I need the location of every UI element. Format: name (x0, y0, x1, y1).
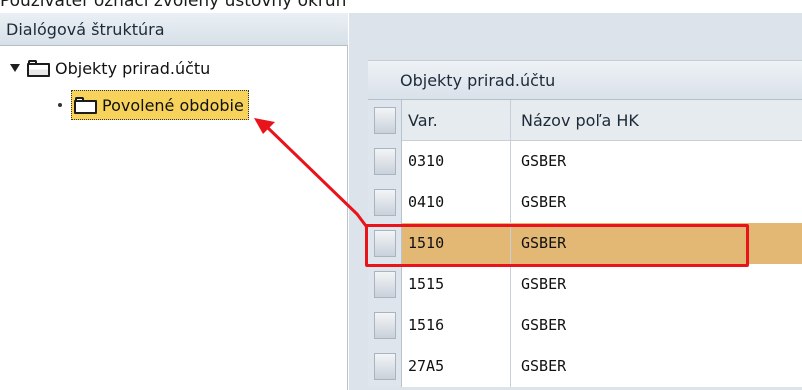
dialog-structure-header: Dialógová štruktúra (0, 13, 348, 46)
triangle-down-icon[interactable] (10, 64, 20, 72)
cell-name[interactable]: GSBER (511, 141, 802, 182)
column-header-name[interactable]: Názov poľa HK (511, 100, 802, 141)
folder-open-icon (27, 59, 51, 77)
cell-name[interactable]: GSBER (511, 223, 802, 264)
tree-node-root-label: Objekty prirad.účtu (55, 58, 211, 78)
table-panel: Objekty prirad.účtu Var. Názov poľa HK 0… (364, 13, 802, 390)
tree-node-root[interactable]: Objekty prirad.účtu (10, 57, 210, 79)
cell-name[interactable]: GSBER (511, 346, 802, 387)
row-selector-button[interactable] (368, 264, 402, 305)
folder-icon (74, 96, 98, 114)
cell-name[interactable]: GSBER (511, 182, 802, 223)
cell-var[interactable]: 0310 (402, 141, 511, 182)
table-row[interactable]: 0410 GSBER (368, 182, 802, 223)
cell-var[interactable]: 1516 (402, 305, 511, 346)
tree-node-child-selected[interactable]: Povolené obdobie (71, 90, 249, 120)
table-row[interactable]: 1515 GSBER (368, 264, 802, 305)
table-row[interactable]: 1516 GSBER (368, 305, 802, 346)
data-grid: Var. Názov poľa HK 0310 GSBER 0410 GSBER… (368, 100, 802, 387)
row-selector-button[interactable] (368, 141, 402, 182)
cell-name[interactable]: GSBER (511, 264, 802, 305)
dialog-structure-panel: Dialógová štruktúra Objekty prirad.účtu … (0, 13, 348, 390)
table-header-row: Var. Názov poľa HK (368, 100, 802, 141)
cell-var[interactable]: 27A5 (402, 346, 511, 387)
instruction-caption: Používateľ označí zvolený ústovný okruh (0, 0, 347, 11)
row-selector-button[interactable] (368, 346, 402, 387)
row-selector-button[interactable] (368, 182, 402, 223)
table-row[interactable]: 0310 GSBER (368, 141, 802, 182)
table-row-selected[interactable]: 1510 GSBER (368, 223, 802, 264)
row-selector-button[interactable] (368, 223, 402, 264)
splitter[interactable] (349, 13, 364, 390)
cell-var[interactable]: 0410 (402, 182, 511, 223)
bullet-icon (58, 103, 62, 107)
row-selector-button[interactable] (368, 305, 402, 346)
tree-node-child[interactable]: Povolené obdobie (58, 90, 249, 120)
cell-var[interactable]: 1510 (402, 223, 511, 264)
cell-name[interactable]: GSBER (511, 305, 802, 346)
column-header-var[interactable]: Var. (402, 100, 511, 141)
cell-var[interactable]: 1515 (402, 264, 511, 305)
tree-node-child-label: Povolené obdobie (102, 95, 244, 115)
table-row[interactable]: 27A5 GSBER (368, 346, 802, 387)
select-all-button[interactable] (368, 100, 402, 141)
table-title: Objekty prirad.účtu (368, 60, 802, 100)
